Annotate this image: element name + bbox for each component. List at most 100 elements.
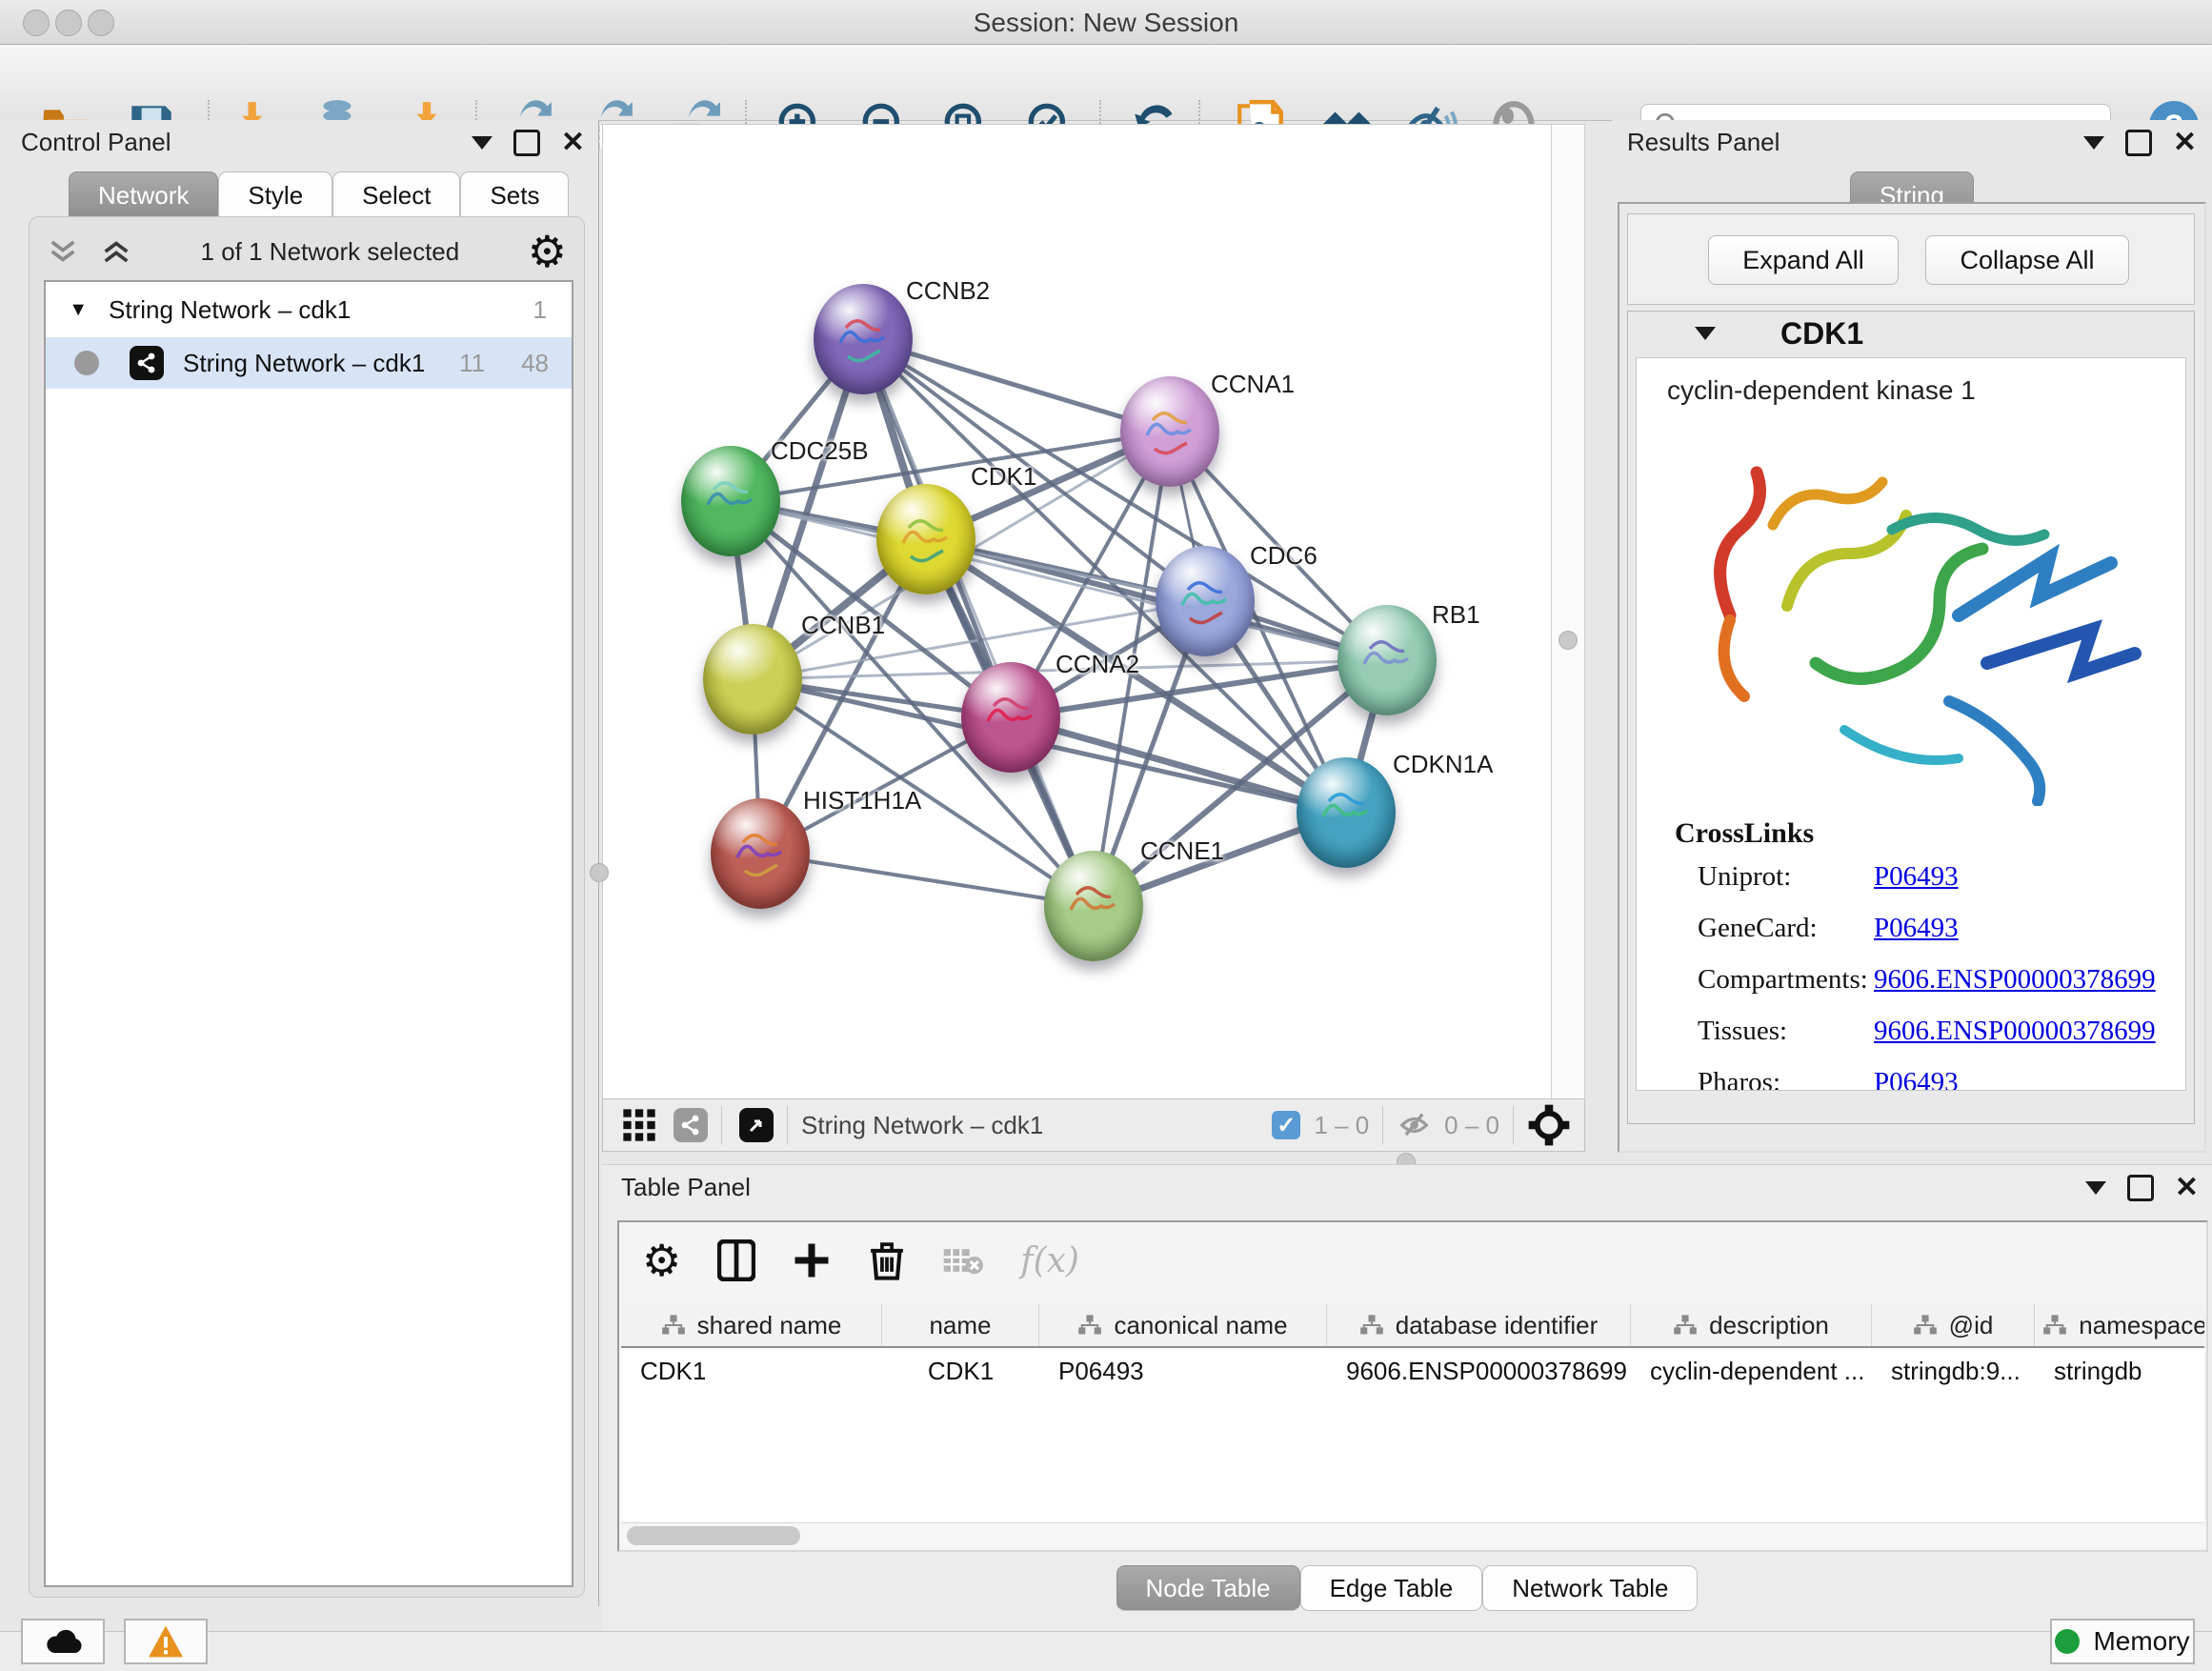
- entry-expander-icon[interactable]: [1695, 327, 1716, 340]
- control-panel: Control Panel ✕ NetworkStyleSelectSets 1…: [0, 120, 599, 1606]
- crosslink-link[interactable]: P06493: [1874, 861, 1959, 893]
- network-options-gear-icon[interactable]: ⚙: [528, 230, 567, 273]
- tab-node-table[interactable]: Node Table: [1116, 1565, 1300, 1611]
- hidden-counts: 0 – 0: [1444, 1111, 1499, 1140]
- column-header-database-identifier[interactable]: database identifier: [1327, 1304, 1631, 1346]
- node-label-CCNB2: CCNB2: [906, 276, 990, 306]
- close-panel-icon[interactable]: ✕: [561, 132, 585, 153]
- node-CDK1[interactable]: [876, 484, 975, 594]
- table-cell: stringdb:9...: [1872, 1348, 2035, 1394]
- network-label: String Network – cdk1: [183, 349, 425, 378]
- table-hscrollbar[interactable]: [621, 1522, 2204, 1548]
- crosslink-label: Compartments:: [1698, 964, 1874, 996]
- tab-sets[interactable]: Sets: [460, 171, 569, 218]
- table-options-gear-icon[interactable]: ⚙: [642, 1238, 681, 1282]
- selected-counts: 1 – 0: [1314, 1111, 1369, 1140]
- column-header--id[interactable]: @id: [1872, 1304, 2035, 1346]
- scrollbar-thumb[interactable]: [627, 1526, 800, 1545]
- crosslink-link[interactable]: P06493: [1874, 1067, 1959, 1091]
- node-label-CDK1: CDK1: [971, 462, 1036, 492]
- node-CDC25B[interactable]: [681, 446, 780, 556]
- crosslinks-section: CrossLinks: [1675, 817, 1814, 850]
- collection-label: String Network – cdk1: [109, 295, 351, 325]
- crosslink-link[interactable]: 9606.ENSP00000378699: [1874, 964, 2156, 996]
- column-header-description[interactable]: description: [1631, 1304, 1872, 1346]
- show-columns-icon[interactable]: [717, 1239, 755, 1281]
- crosslink-link[interactable]: P06493: [1874, 913, 1959, 944]
- close-panel-icon[interactable]: ✕: [2175, 1178, 2199, 1198]
- results-panel: Results Panel ✕ String Expand All Collap…: [1612, 120, 2212, 1164]
- column-header-name[interactable]: name: [882, 1304, 1039, 1346]
- maximize-panel-icon[interactable]: [2125, 130, 2152, 156]
- maximize-panel-icon[interactable]: [2127, 1175, 2154, 1201]
- control-splitter-handle[interactable]: [590, 863, 609, 882]
- network-collection-row[interactable]: ▼ String Network – cdk1 1: [46, 282, 572, 337]
- float-panel-icon[interactable]: [472, 136, 493, 150]
- network-row-selected[interactable]: String Network – cdk1 11 48: [46, 337, 572, 389]
- function-builder-icon: f(x): [1020, 1241, 1079, 1280]
- current-network-dot-icon: [74, 351, 99, 375]
- maximize-panel-icon[interactable]: [513, 130, 540, 156]
- node-CCNA2[interactable]: [961, 662, 1060, 773]
- node-label-CDC6: CDC6: [1250, 541, 1317, 571]
- shared-column-icon: [1673, 1314, 1698, 1337]
- add-column-icon[interactable]: [792, 1240, 832, 1280]
- tab-network[interactable]: Network: [69, 171, 218, 218]
- table-cell: cyclin-dependent ...: [1631, 1348, 1872, 1394]
- column-header-canonical-name[interactable]: canonical name: [1039, 1304, 1327, 1346]
- hidden-eye-icon[interactable]: [1397, 1106, 1435, 1144]
- crosslinks-title: CrossLinks: [1675, 817, 1814, 850]
- collapse-all-button[interactable]: Collapse All: [1925, 235, 2129, 285]
- node-CDKN1A[interactable]: [1297, 757, 1396, 868]
- results-splitter[interactable]: [1551, 124, 1585, 1100]
- expand-all-icon[interactable]: [100, 235, 132, 268]
- network-type-icon: [130, 346, 164, 380]
- node-CDC6[interactable]: [1156, 546, 1255, 656]
- table-panel-title: Table Panel: [621, 1173, 751, 1202]
- status-bar: Memory: [0, 1631, 2212, 1671]
- memory-button[interactable]: Memory: [2050, 1619, 2195, 1664]
- warning-icon: [147, 1624, 185, 1659]
- table-cell: CDK1: [882, 1348, 1039, 1394]
- collapse-all-icon[interactable]: [47, 235, 79, 268]
- string-controls: Expand All Collapse All: [1627, 213, 2195, 305]
- node-HIST1H1A[interactable]: [711, 798, 810, 909]
- tab-network-table[interactable]: Network Table: [1482, 1565, 1698, 1611]
- delete-column-icon[interactable]: [868, 1239, 906, 1281]
- node-CCNB1[interactable]: [703, 624, 802, 735]
- network-canvas[interactable]: CCNB2CCNA1CDC25BCDK1CDC6RB1CCNB1CCNA2CDK…: [602, 124, 1553, 1100]
- share-view-icon[interactable]: [674, 1108, 708, 1142]
- node-label-RB1: RB1: [1432, 600, 1480, 630]
- network-selector-status: 1 of 1 Network selected: [132, 237, 528, 267]
- selected-checkbox-icon[interactable]: ✓: [1272, 1111, 1300, 1139]
- shared-column-icon: [661, 1314, 686, 1337]
- network-list: ▼ String Network – cdk1 1 String Network…: [44, 280, 573, 1587]
- table-cell: stringdb: [2035, 1348, 2204, 1394]
- warnings-button[interactable]: [124, 1619, 208, 1664]
- shared-column-icon: [1913, 1314, 1938, 1337]
- collection-expander-icon[interactable]: ▼: [46, 299, 88, 321]
- float-panel-icon[interactable]: [2085, 1181, 2106, 1195]
- protein-structure-image: [1673, 415, 2149, 806]
- column-header-namespace[interactable]: namespace: [2035, 1304, 2204, 1346]
- float-panel-icon[interactable]: [2083, 136, 2104, 150]
- node-CCNB2[interactable]: [814, 284, 913, 394]
- crosslink-link[interactable]: 9606.ENSP00000378699: [1874, 1016, 2156, 1047]
- column-header-shared-name[interactable]: shared name: [621, 1304, 882, 1346]
- node-CCNA1[interactable]: [1120, 376, 1219, 487]
- tab-style[interactable]: Style: [218, 171, 332, 218]
- birdseye-view-icon[interactable]: [739, 1108, 774, 1142]
- node-RB1[interactable]: [1337, 605, 1437, 715]
- grid-view-icon[interactable]: [620, 1106, 658, 1144]
- close-panel-icon[interactable]: ✕: [2173, 132, 2197, 153]
- tab-edge-table[interactable]: Edge Table: [1300, 1565, 1483, 1611]
- crosslink-label: Pharos:: [1698, 1067, 1874, 1091]
- expand-all-button[interactable]: Expand All: [1708, 235, 1899, 285]
- table-row[interactable]: CDK1CDK1P064939606.ENSP00000378699cyclin…: [621, 1348, 2204, 1394]
- tab-select[interactable]: Select: [332, 171, 460, 218]
- results-splitter-handle[interactable]: [1558, 631, 1578, 650]
- node-CCNE1[interactable]: [1044, 851, 1143, 961]
- crosslink-row: Tissues:9606.ENSP00000378699: [1698, 1016, 2156, 1047]
- center-view-icon[interactable]: [1527, 1103, 1571, 1147]
- cloud-button[interactable]: [21, 1619, 105, 1664]
